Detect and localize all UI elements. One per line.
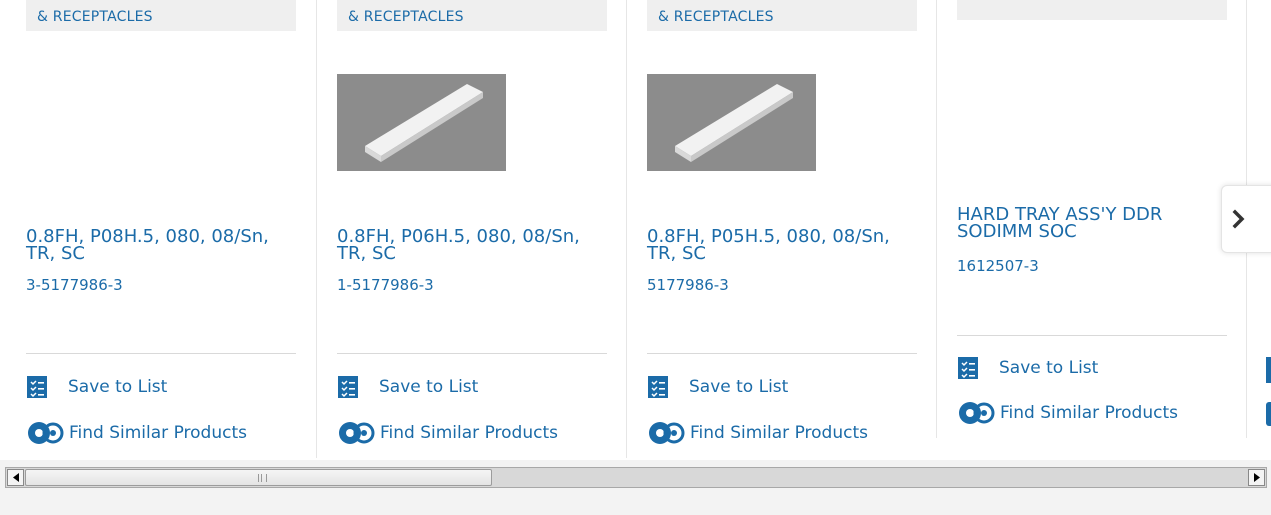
save-to-list-button[interactable]: Save to List [647,374,788,400]
chevron-right-icon [1232,209,1245,229]
save-to-list-button[interactable]: Save to List [26,374,167,400]
find-similar-button[interactable]: Find Similar Products [647,420,868,446]
arrow-left-icon [12,473,19,482]
separator [957,335,1227,336]
scrollbar-grip [258,474,267,482]
gear-icon [649,422,685,444]
partial-card-gear-icon[interactable] [1266,402,1271,426]
find-similar-button[interactable]: Find Similar Products [337,420,558,446]
save-to-list-label: Save to List [999,358,1099,378]
card-divider [626,0,627,458]
part-number-link[interactable]: 1-5177986-3 [337,276,434,294]
checklist-icon [338,376,358,398]
checklist-icon [648,376,668,398]
partial-card-save-icon[interactable] [1266,357,1271,383]
find-similar-label: Find Similar Products [1000,403,1178,423]
carousel-next-button[interactable] [1221,185,1271,253]
find-similar-label: Find Similar Products [380,423,558,443]
part-number-link[interactable]: 3-5177986-3 [26,276,123,294]
save-to-list-button[interactable]: Save to List [337,374,478,400]
category-label[interactable]: & RECEPTACLES [647,0,917,31]
product-title-link[interactable]: 0.8FH, P06H.5, 080, 08/Sn, TR, SC [337,228,607,263]
product-image[interactable] [647,74,816,171]
separator [337,353,607,354]
gear-icon [339,422,375,444]
card-divider [936,0,937,438]
separator [647,353,917,354]
find-similar-button[interactable]: Find Similar Products [26,420,247,446]
part-number-link[interactable]: 5177986-3 [647,276,729,294]
part-number-link[interactable]: 1612507-3 [957,257,1039,275]
checklist-icon [27,376,47,398]
category-label[interactable] [957,0,1227,20]
save-to-list-label: Save to List [689,377,789,397]
save-to-list-button[interactable]: Save to List [957,355,1098,381]
gear-icon [28,422,64,444]
separator [26,353,296,354]
scroll-right-button[interactable] [1248,469,1265,486]
save-to-list-label: Save to List [379,377,479,397]
arrow-right-icon [1253,473,1260,482]
find-similar-button[interactable]: Find Similar Products [957,400,1178,426]
find-similar-label: Find Similar Products [69,423,247,443]
product-card: & RECEPTACLES 0.8FH, P05H.5, 080, 08/Sn,… [647,0,917,460]
product-image[interactable] [337,74,506,171]
scroll-left-button[interactable] [7,469,24,486]
save-to-list-label: Save to List [68,377,168,397]
product-carousel: & RECEPTACLES 0.8FH, P08H.5, 080, 08/Sn,… [0,0,1271,460]
checklist-icon [958,357,978,379]
find-similar-label: Find Similar Products [690,423,868,443]
product-card: HARD TRAY ASS'Y DDR SODIMM SOC 1612507-3… [957,0,1227,460]
scrollbar-thumb[interactable] [25,469,492,486]
product-card: & RECEPTACLES 0.8FH, P08H.5, 080, 08/Sn,… [26,0,296,460]
gear-icon [959,402,995,424]
product-title-link[interactable]: 0.8FH, P08H.5, 080, 08/Sn, TR, SC [26,228,296,263]
category-label[interactable]: & RECEPTACLES [337,0,607,31]
card-divider [316,0,317,458]
horizontal-scrollbar[interactable] [5,467,1267,488]
product-card: & RECEPTACLES 0.8FH, P06H.5, 080, 08/Sn,… [337,0,607,460]
product-title-link[interactable]: 0.8FH, P05H.5, 080, 08/Sn, TR, SC [647,228,917,263]
product-title-link[interactable]: HARD TRAY ASS'Y DDR SODIMM SOC [957,206,1227,241]
category-label[interactable]: & RECEPTACLES [26,0,296,31]
